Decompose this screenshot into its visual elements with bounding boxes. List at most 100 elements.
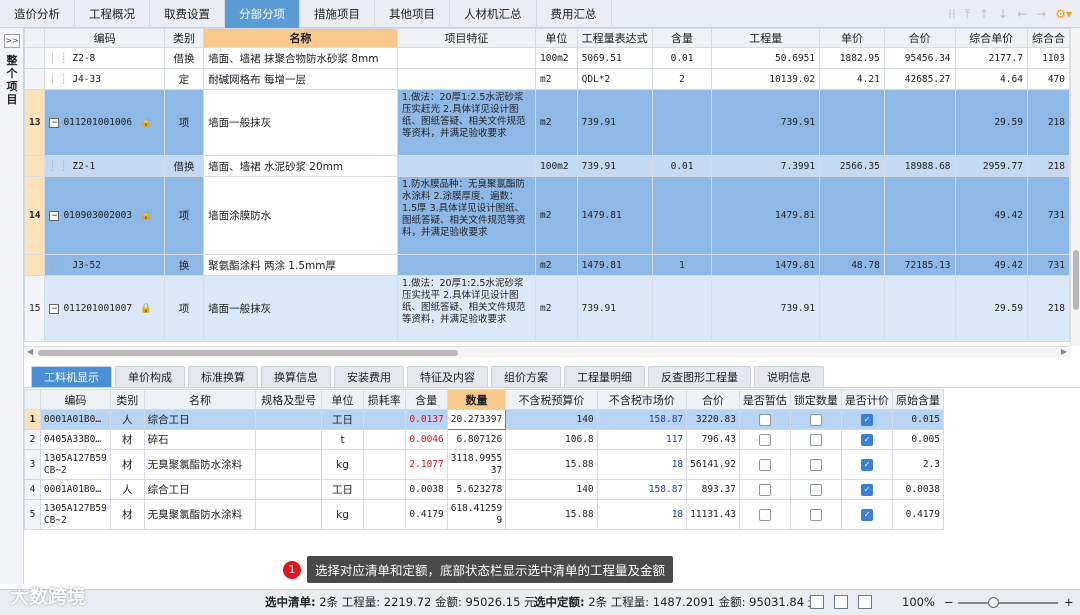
tab-project-overview[interactable]: 工程概况 (75, 0, 150, 28)
res-col-total[interactable]: 合价 (686, 389, 740, 410)
move-up-icon[interactable]: ↑ (979, 7, 989, 21)
res-col-type[interactable]: 类别 (109, 389, 145, 410)
priced-checkbox[interactable]: ✓ (860, 483, 873, 496)
whole-project-label[interactable]: 整个项目 (4, 54, 20, 106)
tab-resource-display[interactable]: 工料机显示 (31, 366, 112, 387)
tab-features-content[interactable]: 特征及内容 (407, 366, 488, 387)
view-normal-icon[interactable] (810, 595, 824, 609)
table-row[interactable]: ┊ ┊ Z2-8 借换 墙面、墙裙 抹聚合物防水砂浆 8mm 100m2 506… (24, 47, 1070, 69)
view-list-icon[interactable] (858, 595, 872, 609)
move-left-icon[interactable]: ← (1017, 7, 1027, 21)
tab-pricing-scheme[interactable]: 组价方案 (491, 366, 561, 387)
table-row[interactable]: 15 −011201001007 🔒 项 墙面一般抹灰 1.做法：20厚1:2.5… (24, 275, 1070, 342)
estimate-checkbox[interactable] (758, 458, 771, 471)
tab-reverse-lookup[interactable]: 反查图形工程量 (648, 366, 751, 387)
scroll-thumb[interactable] (1073, 250, 1079, 310)
grid-vertical-scrollbar[interactable] (1070, 28, 1080, 346)
tab-sub-items[interactable]: 分部分项 (225, 0, 300, 28)
lock-icon[interactable]: 🔒 (140, 210, 152, 221)
table-row[interactable]: ┊ ┊ J4-33 定 耐碱网格布 每增一层 m2 QDL*2 2 10139.… (24, 68, 1070, 90)
split-icon[interactable]: ⁞⁞ (948, 7, 956, 21)
scroll-right-icon[interactable]: ▶ (1061, 347, 1067, 356)
zoom-slider[interactable] (958, 602, 1058, 604)
table-row[interactable]: 1 0001A01B0… 人 综合工日 工日 0.0137 20.273397 … (24, 409, 945, 430)
collapse-icon[interactable]: − (49, 117, 60, 128)
priced-checkbox[interactable]: ✓ (860, 433, 873, 446)
tab-standard-conversion[interactable]: 标准换算 (188, 366, 258, 387)
tab-conversion-info[interactable]: 换算信息 (261, 366, 331, 387)
res-col-lock[interactable]: 锁定数量 (789, 389, 842, 410)
priced-checkbox[interactable]: ✓ (860, 413, 873, 426)
col-price[interactable]: 单价 (819, 28, 885, 48)
col-feature[interactable]: 项目特征 (396, 28, 537, 48)
priced-checkbox[interactable]: ✓ (860, 508, 873, 521)
table-row[interactable]: 5 1305A127B59 CB~2 材 无臭聚氯酯防水涂料 kg 0.4179… (24, 499, 945, 530)
tab-resource-summary[interactable]: 人材机汇总 (450, 0, 537, 28)
col-total[interactable]: 合价 (883, 28, 956, 48)
settings-icon[interactable]: ⚙▾ (1055, 7, 1072, 21)
table-row[interactable]: 13 −011201001006 🔒 项 墙面一般抹灰 1.做法：20厚1:2.5… (24, 89, 1070, 156)
res-col-priced[interactable]: 是否计价 (840, 389, 893, 410)
col-name[interactable]: 名称 (203, 28, 398, 48)
collapse-button[interactable]: >> (4, 34, 20, 48)
res-col-name[interactable]: 名称 (143, 389, 257, 410)
lock-qty-checkbox[interactable] (809, 508, 822, 521)
estimate-checkbox[interactable] (758, 508, 771, 521)
estimate-checkbox[interactable] (758, 413, 771, 426)
col-unit[interactable]: 单位 (535, 28, 578, 48)
res-col-budget[interactable]: 不含税预算价 (505, 389, 598, 410)
move-down-icon[interactable]: ↓ (998, 7, 1008, 21)
table-row[interactable]: ┊ ┊ Z2-1 借换 墙面、墙裙 水泥砂浆 20mm 100m2 739.91… (24, 155, 1070, 177)
lock-qty-checkbox[interactable] (809, 483, 822, 496)
res-col-loss[interactable]: 损耗率 (362, 389, 406, 410)
tab-install-fees[interactable]: 安装费用 (334, 366, 404, 387)
collapse-icon[interactable]: − (49, 303, 60, 314)
col-type[interactable]: 类别 (163, 28, 205, 48)
tab-fee-settings[interactable]: 取费设置 (150, 0, 225, 28)
tab-quantity-details[interactable]: 工程量明细 (564, 366, 645, 387)
col-comp-price[interactable]: 综合单价 (954, 28, 1028, 48)
res-col-est[interactable]: 是否暂估 (738, 389, 791, 410)
zoom-in-icon[interactable]: + (1064, 590, 1074, 615)
zoom-slider-knob[interactable] (988, 597, 999, 608)
res-col-unit[interactable]: 单位 (321, 389, 364, 410)
tab-measures[interactable]: 措施项目 (300, 0, 375, 28)
lock-qty-checkbox[interactable] (809, 458, 822, 471)
res-col-orig[interactable]: 原始含量 (891, 389, 945, 410)
col-content[interactable]: 含量 (651, 28, 713, 48)
estimate-checkbox[interactable] (758, 483, 771, 496)
res-col-spec[interactable]: 规格及型号 (255, 389, 323, 410)
scroll-left-icon[interactable]: ◀ (27, 347, 33, 356)
col-expr[interactable]: 工程量表达式 (576, 28, 653, 48)
lock-qty-checkbox[interactable] (809, 413, 822, 426)
lock-qty-checkbox[interactable] (809, 433, 822, 446)
zoom-out-icon[interactable]: − (944, 590, 954, 615)
tab-other-items[interactable]: 其他项目 (375, 0, 450, 28)
table-row[interactable]: 3 1305A127B59 CB~2 材 无臭聚氯酯防水涂料 kg 2.1077… (24, 449, 945, 480)
tab-cost-summary[interactable]: 费用汇总 (537, 0, 612, 28)
tab-notes[interactable]: 说明信息 (754, 366, 824, 387)
collapse-icon[interactable]: − (49, 210, 60, 221)
move-right-icon[interactable]: → (1036, 7, 1046, 21)
table-row[interactable]: 4 0001A01B0… 人 综合工日 工日 0.0038 5.623278 1… (24, 479, 945, 500)
move-top-icon[interactable]: ⤒ (965, 7, 970, 22)
res-col-content[interactable]: 含量 (404, 389, 448, 410)
res-col-market[interactable]: 不含税市场价 (596, 389, 688, 410)
table-row[interactable]: ┊ ┊ J3-52 换 聚氨酯涂料 两涂 1.5mm厚 m2 1479.81 1… (24, 254, 1070, 276)
lock-icon[interactable]: 🔒 (140, 117, 152, 128)
col-comp-total[interactable]: 综合合 (1026, 28, 1070, 48)
col-code[interactable]: 编码 (44, 28, 165, 48)
res-col-qty[interactable]: 数量 (446, 389, 507, 410)
priced-checkbox[interactable]: ✓ (860, 458, 873, 471)
lock-icon[interactable]: 🔒 (140, 303, 152, 314)
estimate-checkbox[interactable] (758, 433, 771, 446)
scroll-thumb[interactable] (38, 350, 458, 356)
tab-cost-analysis[interactable]: 造价分析 (0, 0, 75, 28)
table-row[interactable]: 14 −010903002003 🔒 项 墙面涂膜防水 1.防水膜品种：无臭聚氯酯… (24, 176, 1070, 255)
tab-unit-price-composition[interactable]: 单价构成 (115, 366, 185, 387)
res-col-code[interactable]: 编码 (39, 389, 111, 410)
table-row[interactable]: 2 0405A33B0… 材 碎石 t 0.0046 6.807126 106.… (24, 429, 945, 450)
col-qty[interactable]: 工程量 (711, 28, 821, 48)
grid-horizontal-scrollbar[interactable]: ◀ ▶ (24, 346, 1070, 358)
view-split-icon[interactable] (834, 595, 848, 609)
